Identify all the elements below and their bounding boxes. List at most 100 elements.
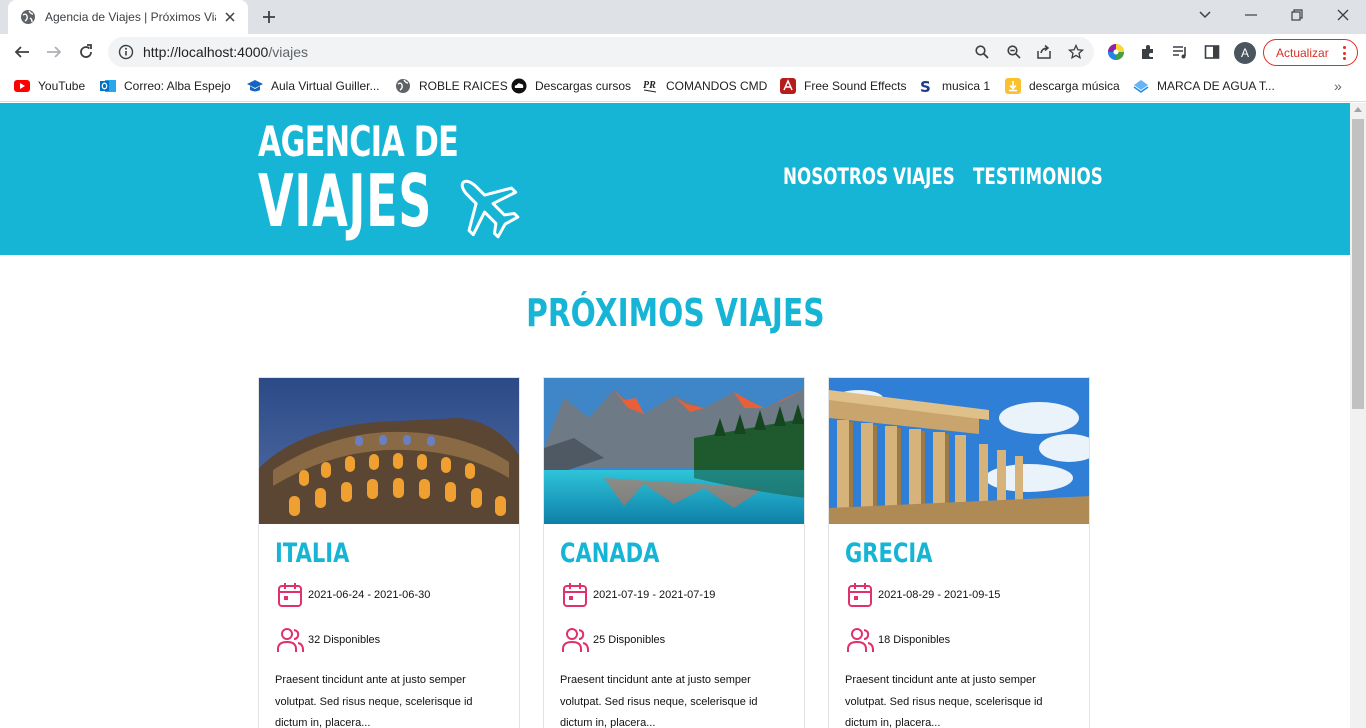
globe-icon <box>20 9 36 25</box>
users-icon <box>845 625 875 655</box>
calendar-icon <box>275 580 305 610</box>
bookmark-descarga-musica[interactable]: descarga música <box>1005 76 1120 96</box>
music-download-icon <box>1005 78 1021 94</box>
site-header: AGENCIA DE VIAJES NOSOTROS VIAJES TESTIM… <box>0 103 1350 255</box>
svg-text:PR: PR <box>643 80 656 91</box>
reload-icon[interactable] <box>72 38 100 66</box>
nav-testimonios[interactable]: TESTIMONIOS <box>973 165 1103 190</box>
update-button[interactable]: Actualizar <box>1263 39 1358 66</box>
card-description: Praesent tincidunt ante at justo semper … <box>275 674 473 728</box>
bookmark-label: Descargas cursos <box>535 79 632 93</box>
share-icon[interactable] <box>1034 42 1054 62</box>
bookmark-correo[interactable]: Correo: Alba Espejo <box>100 76 231 96</box>
browser-tab[interactable]: Agencia de Viajes | Próximos Viajes <box>8 0 248 34</box>
search-icon[interactable] <box>972 42 992 62</box>
bookmark-label: Free Sound Effects <box>804 79 907 93</box>
parthenon-image <box>829 378 1089 524</box>
card-title[interactable]: ITALIA <box>275 538 349 569</box>
zoom-out-icon[interactable] <box>1004 42 1024 62</box>
available-count: 32 Disponibles <box>308 634 381 646</box>
mountain-lake-image <box>544 378 804 524</box>
svg-text:S: S <box>920 78 931 94</box>
trip-card-canada[interactable]: CANADA 2021-07-19 - 2021-07-19 25 Dispon… <box>543 377 805 728</box>
graduation-cap-icon <box>247 78 263 94</box>
card-description: Praesent tincidunt ante at justo semper … <box>845 674 1043 728</box>
page-title: PRÓXIMOS VIAJES <box>525 291 825 335</box>
calendar-icon <box>845 580 875 610</box>
airplane-icon <box>460 179 520 239</box>
close-tab-icon[interactable] <box>222 9 238 25</box>
browser-toolbar: http://localhost:4000/viajes A Actualiza… <box>0 34 1366 70</box>
card-availability: 18 Disponibles <box>845 625 950 655</box>
address-bar[interactable]: http://localhost:4000/viajes <box>108 37 1094 67</box>
youtube-icon <box>14 78 30 94</box>
scroll-up-arrow-icon[interactable] <box>1354 107 1362 112</box>
card-availability: 32 Disponibles <box>275 625 380 655</box>
color-wheel-extension-icon[interactable] <box>1106 42 1126 62</box>
nav-viajes[interactable]: VIAJES <box>893 165 955 190</box>
card-dates: 2021-06-24 - 2021-06-30 <box>275 580 430 610</box>
tab-strip: Agencia de Viajes | Próximos Viajes <box>0 0 1366 34</box>
pr-icon: PR <box>642 78 658 94</box>
bookmark-roble-raices[interactable]: ROBLE RAICES <box>395 76 508 96</box>
scrollbar-thumb[interactable] <box>1352 119 1364 409</box>
bookmark-aula-virtual[interactable]: Aula Virtual Guiller... <box>247 76 380 96</box>
bookmark-label: ROBLE RAICES <box>419 79 508 93</box>
bookmark-comandos-cmd[interactable]: PR COMANDOS CMD <box>642 76 767 96</box>
bookmark-label: MARCA DE AGUA T... <box>1157 79 1275 93</box>
bookmark-youtube[interactable]: YouTube <box>14 76 85 96</box>
bookmark-free-sound-effects[interactable]: Free Sound Effects <box>780 76 907 96</box>
bookmark-descargas-cursos[interactable]: Descargas cursos <box>511 76 631 96</box>
media-control-icon[interactable] <box>1170 42 1190 62</box>
main-nav: NOSOTROS VIAJES TESTIMONIOS <box>783 165 1113 190</box>
more-menu-icon[interactable] <box>1343 46 1347 60</box>
card-title[interactable]: CANADA <box>560 538 659 569</box>
info-icon[interactable] <box>118 44 134 60</box>
extensions-puzzle-icon[interactable] <box>1138 42 1158 62</box>
trip-card-grecia[interactable]: GRECIA 2021-08-29 - 2021-09-15 18 Dispon… <box>828 377 1090 728</box>
logo-line-2: VIAJES <box>258 159 433 243</box>
nav-nosotros[interactable]: NOSOTROS <box>783 165 888 190</box>
tab-search-icon[interactable] <box>1182 0 1228 30</box>
bookmark-musica-1[interactable]: S musica 1 <box>918 76 990 96</box>
tab-title: Agencia de Viajes | Próximos Viajes <box>45 10 216 24</box>
card-dates: 2021-07-19 - 2021-07-19 <box>560 580 715 610</box>
bookmark-star-icon[interactable] <box>1066 42 1086 62</box>
outlook-icon <box>100 78 116 94</box>
card-availability: 25 Disponibles <box>560 625 665 655</box>
date-range: 2021-08-29 - 2021-09-15 <box>878 589 1001 601</box>
more-bookmarks-icon[interactable]: » <box>1334 78 1342 94</box>
bookmark-label: Correo: Alba Espejo <box>124 79 231 93</box>
users-icon <box>560 625 590 655</box>
card-dates: 2021-08-29 - 2021-09-15 <box>845 580 1000 610</box>
s-icon: S <box>918 78 934 94</box>
page-scrollbar[interactable] <box>1350 103 1366 728</box>
bookmark-label: Aula Virtual Guiller... <box>271 79 380 93</box>
close-window-icon[interactable] <box>1320 0 1366 30</box>
calendar-icon <box>560 580 590 610</box>
profile-avatar[interactable]: A <box>1234 42 1256 64</box>
page-viewport: AGENCIA DE VIAJES NOSOTROS VIAJES TESTIM… <box>0 103 1350 728</box>
bookmark-label: musica 1 <box>942 79 991 93</box>
new-tab-icon[interactable] <box>258 6 280 28</box>
card-title[interactable]: GRECIA <box>845 538 932 569</box>
forward-icon[interactable] <box>40 38 68 66</box>
trip-card-italia[interactable]: ITALIA 2021-06-24 - 2021-06-30 32 Dispon… <box>258 377 520 728</box>
update-button-label: Actualizar <box>1276 45 1329 60</box>
bookmark-label: YouTube <box>38 79 86 93</box>
bookmark-marca-de-agua[interactable]: MARCA DE AGUA T... <box>1133 76 1275 96</box>
url-text: http://localhost:4000/viajes <box>143 44 308 60</box>
download-cloud-icon <box>511 78 527 94</box>
date-range: 2021-07-19 - 2021-07-19 <box>593 589 716 601</box>
minimize-icon[interactable] <box>1228 0 1274 30</box>
bookmark-label: COMANDOS CMD <box>666 79 768 93</box>
sound-effects-icon <box>780 78 796 94</box>
users-icon <box>275 625 305 655</box>
restore-icon[interactable] <box>1274 0 1320 30</box>
bookmarks-bar: YouTube Correo: Alba Espejo Aula Virtual… <box>0 70 1366 102</box>
globe-icon <box>395 78 411 94</box>
side-panel-icon[interactable] <box>1202 42 1222 62</box>
back-icon[interactable] <box>8 38 36 66</box>
date-range: 2021-06-24 - 2021-06-30 <box>308 589 431 601</box>
card-description: Praesent tincidunt ante at justo semper … <box>560 674 758 728</box>
